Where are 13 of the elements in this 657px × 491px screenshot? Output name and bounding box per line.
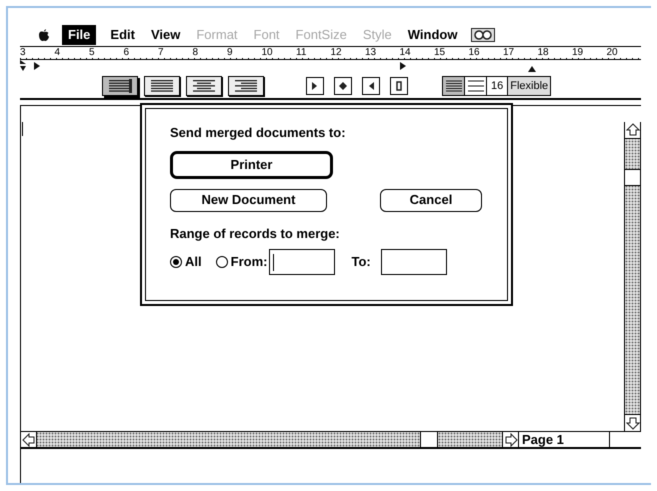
ruler-number: 12 <box>330 47 365 58</box>
ruler-number: 4 <box>54 47 89 58</box>
ruler-number: 17 <box>503 47 538 58</box>
range-label: Range of records to merge: <box>170 224 341 243</box>
to-label: To: <box>351 253 371 272</box>
dialog-prompt: Send merged documents to: <box>170 124 347 142</box>
ruler-number: 20 <box>606 47 641 58</box>
ruler-number: 5 <box>89 47 124 58</box>
ruler-number: 8 <box>192 47 227 58</box>
ruler-number: 13 <box>365 47 400 58</box>
ruler-number: 9 <box>227 47 262 58</box>
ruler-number: 16 <box>468 47 503 58</box>
page-number: Page 1 <box>518 432 610 447</box>
